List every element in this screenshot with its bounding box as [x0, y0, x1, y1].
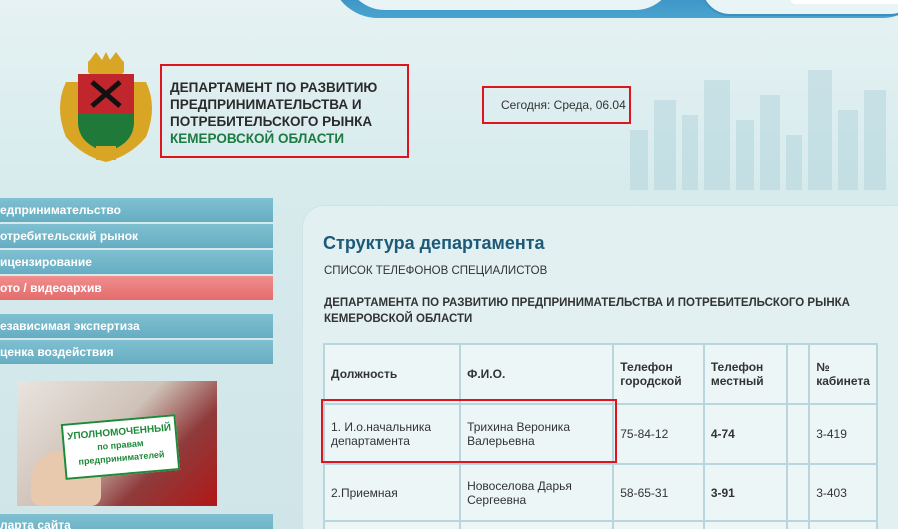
- cell-empty: [786, 520, 811, 529]
- cell-office: 3-419: [808, 403, 878, 465]
- banner-card: УПОЛНОМОЧЕННЫЙ по правам предпринимателе…: [60, 414, 181, 480]
- page-title: Структура департамента: [323, 233, 545, 253]
- page-subtitle: СПИСОК ТЕЛЕФОНОВ СПЕЦИАЛИСТОВ: [324, 265, 548, 277]
- cell-position: 1. И.о.начальника департамента: [322, 403, 462, 465]
- cell-office: 3-403: [808, 463, 878, 522]
- cell-office: [808, 520, 878, 529]
- skyline-decoration: [630, 70, 886, 190]
- title-region: КЕМЕРОВСКОЙ ОБЛАСТИ: [170, 131, 345, 146]
- table-row: [322, 520, 878, 529]
- table-row: 2.Приемная Новоселова Дарья Сергеевна 58…: [322, 463, 878, 522]
- table-header-row: Должность Ф.И.О. Телефон городской Телеф…: [322, 343, 878, 405]
- cell-name: Новоселова Дарья Сергеевна: [459, 463, 615, 522]
- sidebar-item-entrepreneurship[interactable]: едпринимательство: [0, 198, 273, 222]
- cell-city-phone: 75-84-12: [612, 403, 705, 465]
- title-line-1: ДЕПАРТАМЕНТ ПО РАЗВИТИЮ: [170, 80, 378, 95]
- header-name: Ф.И.О.: [459, 343, 615, 405]
- cell-city-phone: [612, 520, 705, 529]
- header-office: № кабинета: [808, 343, 878, 405]
- header-empty: [786, 343, 811, 405]
- cell-local-phone: [702, 520, 789, 529]
- department-name: ДЕПАРТАМЕНТА ПО РАЗВИТИЮ ПРЕДПРИНИМАТЕЛЬ…: [324, 297, 850, 325]
- header-city-phone: Телефон городской: [612, 343, 705, 405]
- cell-position: [322, 520, 462, 529]
- staff-phone-table: Должность Ф.И.О. Телефон городской Телеф…: [322, 343, 878, 529]
- ombudsman-banner[interactable]: УПОЛНОМОЧЕННЫЙ по правам предпринимателе…: [17, 381, 217, 506]
- cell-empty: [786, 403, 811, 465]
- header-position: Должность: [322, 343, 462, 405]
- cell-name: [459, 520, 615, 529]
- title-line-3: ПОТРЕБИТЕЛЬСКОГО РЫНКА: [170, 114, 373, 129]
- sidebar-item-consumer-market[interactable]: отребительский рынок: [0, 224, 273, 248]
- header-local-phone: Телефон местный: [702, 343, 789, 405]
- department-title[interactable]: ДЕПАРТАМЕНТ ПО РАЗВИТИЮ ПРЕДПРИНИМАТЕЛЬС…: [160, 64, 409, 158]
- sidebar-menu: едпринимательство отребительский рынок и…: [0, 198, 273, 366]
- page: ДЕПАРТАМЕНТ ПО РАЗВИТИЮ ПРЕДПРИНИМАТЕЛЬС…: [0, 0, 898, 529]
- date-display: Сегодня: Среда, 06.04: [482, 86, 631, 124]
- sidebar-item-impact-assessment[interactable]: ценка воздействия: [0, 340, 273, 364]
- kemerovo-coat-of-arms-icon[interactable]: [52, 52, 160, 164]
- table-row: 1. И.о.начальника департамента Трихина В…: [322, 403, 878, 465]
- sidebar-item-licensing[interactable]: ицензирование: [0, 250, 273, 274]
- top-decoration-inner: [345, 0, 675, 10]
- top-search-field[interactable]: [790, 0, 898, 4]
- cell-local-phone: 4-74: [702, 403, 789, 465]
- cell-position: 2.Приемная: [322, 463, 462, 522]
- sidebar-item-photo-video-archive[interactable]: ото / видеоархив: [0, 276, 273, 300]
- title-line-2: ПРЕДПРИНИМАТЕЛЬСТВА И: [170, 97, 362, 112]
- sidebar-item-independent-expertise[interactable]: езависимая экспертиза: [0, 314, 273, 338]
- cell-city-phone: 58-65-31: [612, 463, 705, 522]
- cell-empty: [786, 463, 811, 522]
- cell-name: Трихина Вероника Валерьевна: [459, 403, 615, 465]
- sidebar-item-sitemap[interactable]: ларта сайта: [0, 514, 273, 529]
- cell-local-phone: 3-91: [702, 463, 789, 522]
